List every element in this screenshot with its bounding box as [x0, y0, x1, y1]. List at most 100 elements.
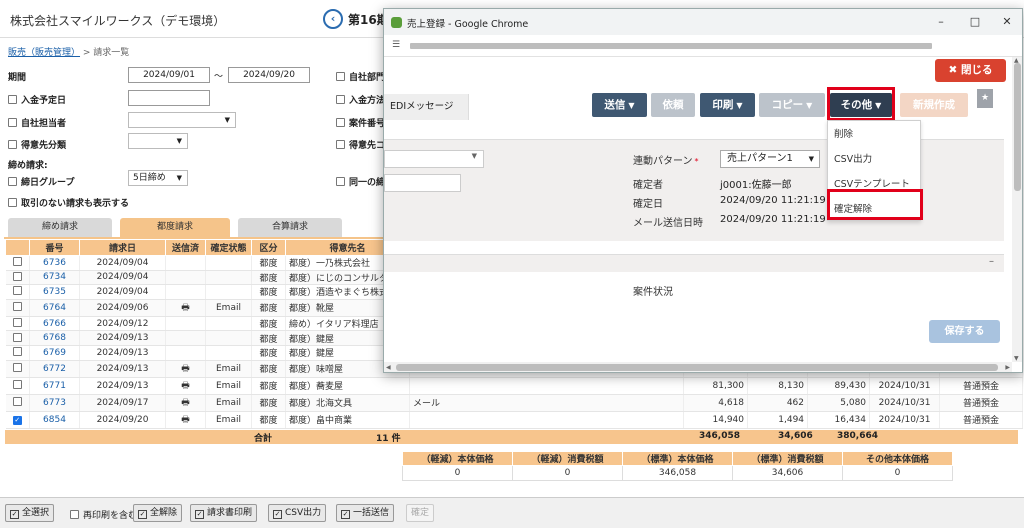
horizontal-scroll-thumb[interactable] [396, 364, 998, 371]
left-input[interactable] [384, 174, 461, 192]
row-checkbox-box[interactable] [12, 380, 22, 390]
print-button[interactable]: 印刷 ▼ [700, 93, 755, 117]
invoice-number[interactable]: 6736 [29, 255, 80, 271]
tab-closing-invoice[interactable]: 締め請求 [8, 218, 112, 237]
row-checkbox-box[interactable]: ✓ [12, 416, 22, 426]
same-closing-checkbox[interactable] [336, 177, 345, 186]
scroll-down-icon[interactable]: ▼ [1014, 355, 1019, 362]
invoice-number-link[interactable]: 6854 [43, 415, 66, 425]
dept-checkbox[interactable] [336, 72, 345, 81]
staff-filter[interactable]: 自社担当者 [8, 116, 66, 129]
case-number-checkbox[interactable] [336, 118, 345, 127]
invoice-number-link[interactable]: 6768 [43, 333, 66, 343]
invoice-number-link[interactable]: 6735 [43, 287, 66, 297]
payment-method-filter[interactable]: 入金方法 [336, 93, 385, 106]
row-checkbox[interactable] [5, 330, 30, 346]
row-checkbox-box[interactable] [12, 286, 22, 296]
invoice-number[interactable]: 6769 [29, 345, 80, 361]
period-from-input[interactable]: 2024/09/01 [128, 67, 210, 83]
closing-group-checkbox[interactable] [8, 177, 17, 186]
case-section-header[interactable]: – [384, 254, 1004, 272]
row-checkbox[interactable] [5, 270, 30, 286]
print-invoice-button[interactable]: ✓ 請求書印刷 [190, 504, 258, 522]
invoice-number[interactable]: 6768 [29, 330, 80, 346]
same-closing-filter[interactable]: 同一の締 [336, 175, 385, 188]
row-checkbox-box[interactable] [12, 347, 22, 357]
case-number-filter[interactable]: 案件番号 [336, 116, 385, 129]
deselect-all-button[interactable]: ✓ 全解除 [133, 504, 183, 522]
scroll-left-icon[interactable]: ◀ [386, 364, 391, 371]
row-checkbox[interactable] [5, 284, 30, 300]
select-all-button[interactable]: ✓ 全選択 [5, 504, 55, 522]
minimize-icon[interactable]: – [932, 13, 950, 31]
save-button[interactable]: 保存する [929, 320, 1000, 343]
col-header-date[interactable]: 請求日 [79, 239, 166, 256]
row-checkbox-box[interactable] [12, 318, 22, 328]
confirm-button[interactable]: 確定 [406, 504, 435, 522]
payment-date-checkbox[interactable] [8, 95, 17, 104]
table-row[interactable]: 6773 2024/09/17 🖶 Email 都度 都度）北海文具 メール 4,618 462… [5, 394, 1024, 412]
row-checkbox-box[interactable] [12, 397, 22, 407]
payment-date-input[interactable] [128, 90, 210, 106]
dept-filter[interactable]: 自社部門 [336, 70, 385, 83]
invoice-number-link[interactable]: 6769 [43, 348, 66, 358]
invoice-number[interactable]: 6735 [29, 284, 80, 300]
invoice-number-link[interactable]: 6734 [43, 272, 66, 282]
invoice-number-link[interactable]: 6773 [43, 398, 66, 408]
closing-group-filter[interactable]: 締日グループ [8, 175, 74, 188]
col-header-sent[interactable]: 送信済 [165, 239, 206, 256]
reprint-option[interactable]: 再印刷を含む [70, 508, 137, 521]
row-checkbox[interactable]: ✓ [5, 411, 30, 429]
col-header-kubun[interactable]: 区分 [251, 239, 286, 256]
staff-select[interactable]: ▼ [128, 112, 236, 128]
copy-button[interactable]: コピー ▼ [759, 93, 825, 117]
close-button[interactable]: ✖ 閉じる [935, 59, 1006, 82]
bookmark-star-icon[interactable]: ★ [977, 89, 993, 108]
scroll-right-icon[interactable]: ▶ [1005, 364, 1010, 371]
menu-item-csv-template[interactable]: CSVテンプレート [834, 176, 910, 190]
reprint-checkbox[interactable] [70, 510, 79, 519]
invoice-number-link[interactable]: 6772 [43, 364, 66, 374]
show-no-trade-checkbox[interactable] [8, 198, 17, 207]
row-checkbox[interactable] [5, 394, 30, 412]
customer-code-checkbox[interactable] [336, 140, 345, 149]
tab-each-invoice[interactable]: 都度請求 [120, 218, 230, 237]
payment-method-checkbox[interactable] [336, 95, 345, 104]
invoice-number[interactable]: 6772 [29, 360, 80, 378]
request-button[interactable]: 依頼 [651, 93, 695, 117]
tab-combined-invoice[interactable]: 合算請求 [238, 218, 342, 237]
maximize-icon[interactable]: □ [966, 13, 984, 31]
new-button[interactable]: 新規作成 [900, 93, 968, 117]
invoice-number-link[interactable]: 6736 [43, 258, 66, 268]
col-header-number[interactable]: 番号 [29, 239, 80, 256]
customer-class-checkbox[interactable] [8, 140, 17, 149]
closing-group-select[interactable]: 5日締め ▼ [128, 170, 188, 186]
pattern-select[interactable]: 売上パターン1 ▼ [720, 150, 820, 168]
invoice-number-link[interactable]: 6764 [43, 303, 66, 313]
row-checkbox[interactable] [5, 255, 30, 271]
invoice-number[interactable]: 6734 [29, 270, 80, 286]
row-checkbox[interactable] [5, 360, 30, 378]
row-checkbox[interactable] [5, 377, 30, 395]
row-checkbox[interactable] [5, 345, 30, 361]
customer-class-select[interactable]: ▼ [128, 133, 188, 149]
menu-item-csv-export[interactable]: CSV出力 [834, 151, 872, 165]
vertical-scroll-thumb[interactable] [1014, 63, 1021, 191]
payment-date-filter[interactable]: 入金予定日 [8, 93, 66, 106]
staff-checkbox[interactable] [8, 118, 17, 127]
customer-class-filter[interactable]: 得意先分類 [8, 138, 66, 151]
row-checkbox[interactable] [5, 316, 30, 332]
left-select[interactable]: ▼ [384, 150, 484, 168]
show-no-trade-filter[interactable]: 取引のない請求も表示する [8, 196, 129, 209]
invoice-number[interactable]: 6764 [29, 299, 80, 317]
table-row[interactable]: 6771 2024/09/13 🖶 Email 都度 都度）蕎麦屋 81,300 8,130 8… [5, 377, 1024, 395]
row-checkbox-box[interactable] [12, 302, 22, 312]
close-window-icon[interactable]: ✕ [998, 13, 1016, 31]
site-settings-icon[interactable]: ☰ [392, 40, 400, 50]
table-row[interactable]: ✓ 6854 2024/09/20 🖶 Email 都度 都度）畠中商業 14,940 1,49… [5, 411, 1024, 429]
vertical-scrollbar[interactable]: ▲ ▼ [1012, 57, 1022, 362]
menu-item-delete[interactable]: 削除 [834, 126, 853, 140]
breadcrumb-link-sales[interactable]: 販売（販売管理） [8, 48, 80, 58]
invoice-number[interactable]: 6773 [29, 394, 80, 412]
horizontal-scrollbar[interactable]: ◀ ▶ [384, 362, 1012, 372]
